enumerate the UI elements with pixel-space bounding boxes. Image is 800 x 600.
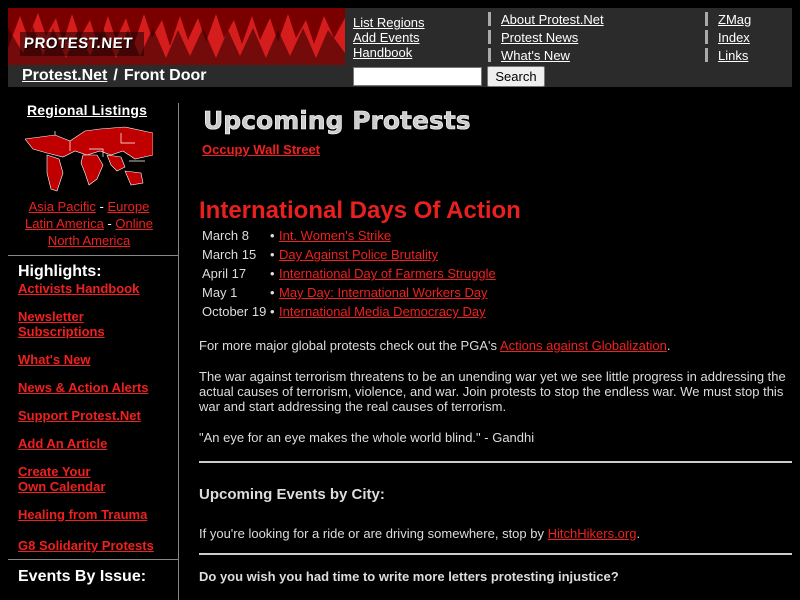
nav-divider [705, 30, 708, 44]
highlight-create-calendar[interactable]: Create Your Own Calendar [18, 464, 114, 494]
gandhi-quote: "An eye for an eye makes the whole world… [199, 430, 535, 445]
day-link[interactable]: Day Against Police Brutality [279, 247, 438, 262]
hitch-suffix: . [636, 526, 641, 541]
nav-handbook[interactable]: Handbook [353, 45, 425, 60]
day-date: March 8 [202, 228, 249, 243]
region-links: Asia Pacific - Europe Latin America - On… [8, 198, 170, 249]
day-link[interactable]: International Media Democracy Day [279, 304, 486, 319]
hitchhikers-sentence: If you're looking for a ride or are driv… [199, 526, 640, 541]
nav-add-events[interactable]: Add Events [353, 30, 425, 45]
nav-whats-new[interactable]: What's New [501, 48, 570, 63]
region-latin-america[interactable]: Latin America [25, 216, 104, 231]
highlight-whats-new[interactable]: What's New [18, 352, 90, 367]
pga-actions-link[interactable]: Actions against Globalization [500, 338, 667, 353]
upcoming-protests-title: Upcoming Protests [202, 104, 512, 139]
region-separator: - [99, 199, 104, 214]
regional-listings-title: Regional Listings [27, 102, 148, 118]
letters-question: Do you wish you had time to write more l… [199, 569, 619, 584]
day-date: May 1 [202, 285, 238, 300]
nav-links[interactable]: Links [718, 48, 748, 63]
nav-zmag[interactable]: ZMag [718, 12, 751, 27]
day-link[interactable]: Int. Women's Strike [279, 228, 391, 243]
logo-text: PROTEST.NET [23, 35, 134, 52]
nav-about[interactable]: About Protest.Net [501, 12, 604, 27]
breadcrumb-home-link[interactable]: Protest.Net [22, 67, 107, 84]
bullet: • [270, 247, 275, 262]
world-map-image[interactable] [24, 121, 154, 197]
breadcrumb-current: Front Door [123, 67, 207, 84]
bullet: • [270, 285, 275, 300]
region-separator: - [107, 216, 112, 231]
region-asia-pacific[interactable]: Asia Pacific [29, 199, 96, 214]
nav-protest-news[interactable]: Protest News [501, 30, 578, 45]
search-button[interactable]: Search [487, 66, 545, 87]
breadcrumb-separator: / [113, 67, 118, 84]
highlight-g8-solidarity[interactable]: G8 Solidarity Protests [18, 538, 154, 553]
region-europe[interactable]: Europe [107, 199, 149, 214]
highlight-activists-handbook[interactable]: Activists Handbook [18, 281, 139, 296]
region-north-america[interactable]: North America [48, 233, 130, 248]
site-logo[interactable]: PROTEST.NET [8, 8, 345, 65]
featured-protest-link[interactable]: Occupy Wall Street [202, 142, 320, 157]
highlight-add-article[interactable]: Add An Article [18, 436, 107, 451]
days-of-action-title: International Days Of Action [199, 197, 521, 224]
nav-divider [705, 48, 708, 62]
day-date: October 19 [202, 304, 267, 319]
day-date: April 17 [202, 266, 247, 281]
day-link[interactable]: International Day of Farmers Struggle [279, 266, 496, 281]
events-by-issue-title: Events By Issue: [18, 568, 147, 585]
pga-sentence: For more major global protests check out… [199, 338, 670, 353]
highlight-support[interactable]: Support Protest.Net [18, 408, 141, 423]
nav-divider [705, 12, 708, 26]
main-rule [199, 461, 792, 463]
events-by-city-title: Upcoming Events by City: [199, 486, 385, 503]
highlight-news-alerts[interactable]: News & Action Alerts [18, 380, 149, 395]
sidebar-rule [8, 559, 178, 560]
sidebar-divider [178, 103, 179, 600]
nav-list-regions[interactable]: List Regions [353, 15, 425, 30]
region-online[interactable]: Online [115, 216, 153, 231]
pga-prefix: For more major global protests check out… [199, 338, 500, 353]
day-date: March 15 [202, 247, 257, 262]
pga-suffix: . [666, 338, 671, 353]
bullet: • [270, 304, 275, 319]
day-link[interactable]: May Day: International Workers Day [279, 285, 488, 300]
highlight-newsletter[interactable]: Newsletter Subscriptions [18, 309, 118, 339]
hitch-prefix: If you're looking for a ride or are driv… [199, 526, 548, 541]
nav-divider [488, 48, 491, 62]
nav-divider [488, 30, 491, 44]
bullet: • [270, 228, 275, 243]
bullet: • [270, 266, 275, 281]
breadcrumb: Protest.Net / Front Door [8, 65, 345, 87]
sidebar-rule [8, 255, 178, 256]
upcoming-protests-text: Upcoming Protests [203, 106, 471, 135]
hitchhikers-link[interactable]: HitchHikers.org [548, 526, 637, 541]
nav-column-1: List Regions Add Events Handbook [353, 15, 425, 60]
nav-index[interactable]: Index [718, 30, 750, 45]
highlight-healing-trauma[interactable]: Healing from Trauma [18, 507, 147, 522]
search-input[interactable] [353, 67, 482, 86]
terrorism-paragraph: The war against terrorism threatens to b… [199, 369, 786, 414]
nav-divider [488, 12, 491, 26]
main-rule [199, 553, 792, 555]
highlights-title: Highlights: [18, 263, 102, 280]
